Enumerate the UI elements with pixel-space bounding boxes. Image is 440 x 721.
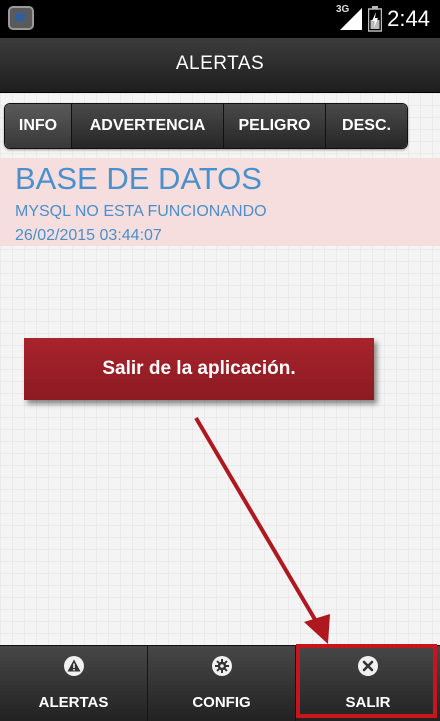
- nav-config-button[interactable]: CONFIG: [148, 646, 296, 721]
- network-type-label: 3G: [336, 4, 350, 15]
- tab-peligro[interactable]: PELIGRO: [224, 104, 326, 148]
- alert-title: BASE DE DATOS: [15, 161, 262, 196]
- status-bar: 3G 2:44: [0, 0, 440, 38]
- nav-config-label: CONFIG: [192, 694, 251, 711]
- status-clock: 2:44: [387, 6, 430, 31]
- gear-icon: [211, 656, 232, 676]
- alert-message: MYSQL NO ESTA FUNCIONANDO: [15, 203, 267, 220]
- close-icon: [358, 656, 378, 676]
- battery-icon: [368, 6, 382, 32]
- nav-salir-button[interactable]: SALIR: [296, 646, 440, 721]
- tutorial-callout: Salir de la aplicación.: [24, 338, 374, 400]
- bottom-navigation: ALERTAS CONFIG SALIR: [0, 645, 440, 721]
- tab-advertencia[interactable]: ADVERTENCIA: [72, 104, 224, 148]
- tab-info[interactable]: INFO: [5, 104, 72, 148]
- tab-desc[interactable]: DESC.: [326, 104, 407, 148]
- nav-alertas-button[interactable]: ALERTAS: [0, 646, 148, 721]
- page-title: ALERTAS: [175, 53, 265, 74]
- nav-salir-label: SALIR: [345, 694, 391, 711]
- alert-item[interactable]: BASE DE DATOS MYSQL NO ESTA FUNCIONANDO …: [0, 158, 440, 246]
- alert-filter-tabs: INFO ADVERTENCIA PELIGRO DESC.: [4, 103, 408, 149]
- alert-timestamp: 26/02/2015 03:44:07: [15, 227, 162, 244]
- warning-icon: [63, 656, 84, 676]
- action-bar: ALERTAS: [0, 38, 440, 93]
- nav-alertas-label: ALERTAS: [38, 694, 109, 711]
- app-notification-icon: [8, 6, 34, 30]
